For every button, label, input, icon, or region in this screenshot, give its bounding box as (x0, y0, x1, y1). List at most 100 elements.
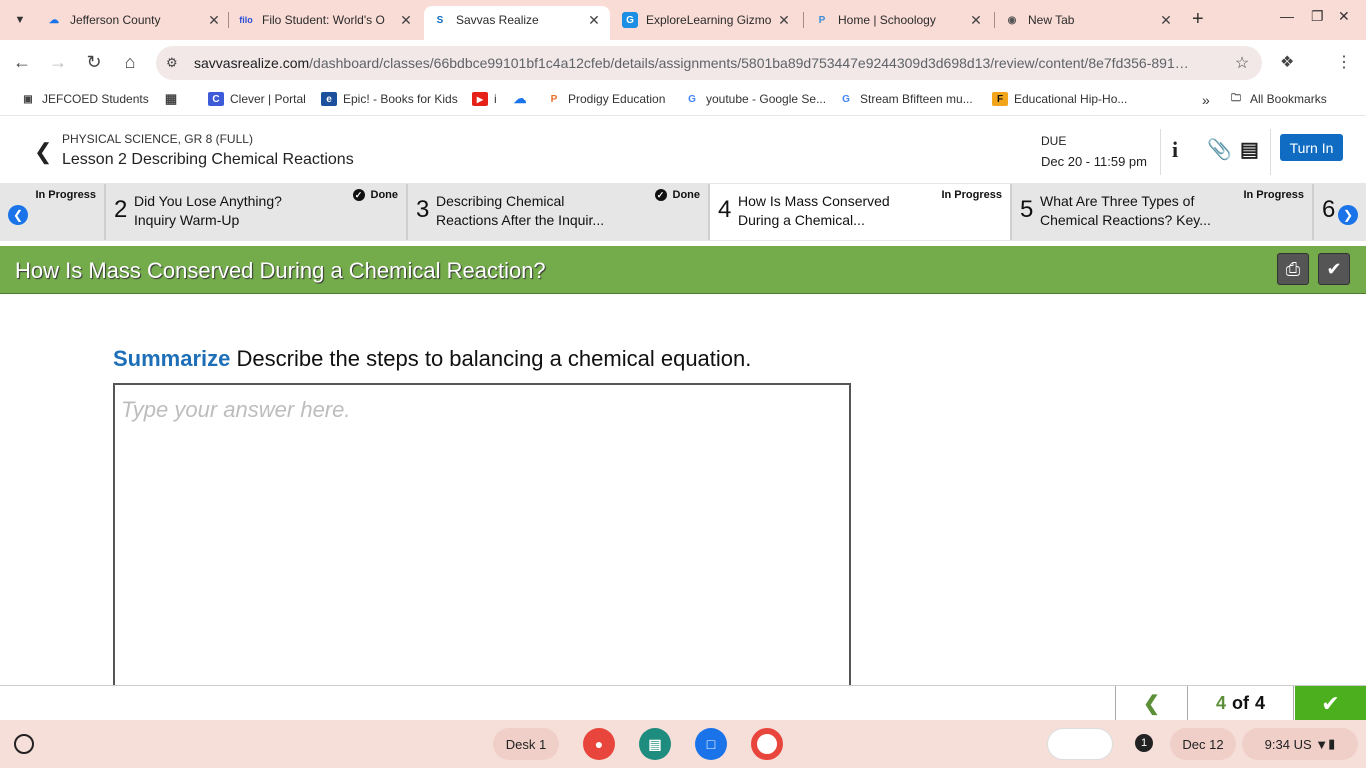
new-tab-plus-icon[interactable]: + (1192, 8, 1204, 31)
savvas-icon: S (436, 14, 444, 26)
next-check-button[interactable]: ✔ (1295, 686, 1366, 721)
due-label: DUE (1041, 134, 1067, 148)
course-name: PHYSICAL SCIENCE, GR 8 (FULL) (62, 132, 253, 146)
bookmark-educational-hip-hop[interactable]: F Educational Hip-Ho... (992, 92, 1127, 106)
tab-schoology[interactable]: P Home | Schoology ✕ (814, 6, 984, 34)
status-in-progress: In Progress (1243, 189, 1304, 201)
browser-menu-icon[interactable]: ⋮ (1336, 52, 1352, 72)
tab-new-tab[interactable]: ◉ New Tab ✕ (1004, 6, 1174, 34)
back-arrow-icon[interactable]: ← (12, 52, 32, 73)
close-tab-icon[interactable]: ✕ (206, 12, 222, 29)
status-done: ✓ Done (352, 189, 398, 201)
assignment-header: ❮ PHYSICAL SCIENCE, GR 8 (FULL) Lesson 2… (0, 121, 1366, 183)
tab-savvas-realize[interactable]: S Savvas Realize ✕ (424, 6, 610, 40)
bookmark-stream-bfifteen[interactable]: G Stream Bfifteen mu... (838, 92, 973, 106)
close-window-icon[interactable]: ✕ (1338, 8, 1350, 25)
tab-separator (994, 12, 995, 28)
due-date: Dec 20 - 11:59 pm (1041, 154, 1147, 169)
prompt-text: Describe the steps to balancing a chemic… (236, 346, 752, 371)
check-circle-icon: ✓ (654, 189, 667, 201)
carousel-prev-arrow-icon[interactable]: ❮ (8, 205, 28, 225)
step-card-3[interactable]: 3 Describing Chemical Reactions After the… (406, 184, 708, 240)
bookmark-youtube-google-search[interactable]: G youtube - Google Se... (684, 92, 826, 106)
holding-space-thumbnail[interactable] (1047, 728, 1113, 760)
more-bookmarks-chevron-icon[interactable]: » (1202, 92, 1210, 108)
bookmark-star-icon[interactable]: ☆ (1222, 53, 1262, 73)
bookmark-youtube[interactable]: ▶ i (472, 92, 497, 106)
comments-icon[interactable]: ▤ (1240, 137, 1259, 162)
wifi-icon: ▼ (1315, 736, 1329, 752)
chrome-app-icon[interactable] (751, 728, 783, 760)
info-icon[interactable]: i (1172, 137, 1178, 163)
google-icon: G (842, 93, 850, 105)
browser-tab-strip: ▼ ☁ Jefferson County ✕ filo Filo Student… (0, 0, 1366, 40)
page-indicator: 4 of 4 (1188, 686, 1294, 721)
close-tab-icon[interactable]: ✕ (1158, 12, 1174, 29)
tab-search-chevron-icon[interactable]: ▼ (8, 8, 32, 32)
close-tab-icon[interactable]: ✕ (776, 12, 792, 29)
forward-arrow-icon[interactable]: → (48, 52, 68, 73)
close-tab-icon[interactable]: ✕ (968, 12, 984, 29)
status-in-progress: In Progress (941, 189, 1002, 201)
bookmark-epic[interactable]: e Epic! - Books for Kids (321, 92, 458, 106)
cloud-icon: ☁ (513, 91, 527, 106)
files-app-icon[interactable]: □ (695, 728, 727, 760)
step-card-2[interactable]: 2 Did You Lose Anything? Inquiry Warm-Up … (104, 184, 406, 240)
tab-explorelearning[interactable]: G ExploreLearning Gizmo ✕ (622, 6, 792, 34)
tab-separator (228, 12, 229, 28)
google-icon: G (688, 93, 696, 105)
question-prompt: Summarize Describe the steps to balancin… (113, 346, 751, 372)
tab-filo[interactable]: filo Filo Student: World's O ✕ (238, 6, 414, 34)
clock-time: 9:34 (1264, 736, 1290, 752)
answer-textarea[interactable] (115, 385, 849, 691)
gizmos-icon: G (622, 12, 638, 28)
close-tab-icon[interactable]: ✕ (398, 12, 414, 29)
notification-count-badge[interactable]: 1 (1135, 734, 1153, 752)
onedrive-icon: ☁ (49, 14, 59, 26)
bookmark-clever[interactable]: C Clever | Portal (208, 92, 306, 106)
desk-switcher[interactable]: Desk 1 (493, 728, 559, 760)
url-text[interactable]: savvasrealize.com/dashboard/classes/66bd… (194, 55, 1222, 71)
step-card-5[interactable]: 5 What Are Three Types of Chemical Reacti… (1010, 184, 1312, 240)
mark-complete-check-icon[interactable]: ✔ (1318, 253, 1350, 285)
url-omnibox[interactable]: ⚙ savvasrealize.com/dashboard/classes/66… (156, 46, 1262, 80)
divider (1160, 129, 1161, 175)
home-icon[interactable]: ⌂ (120, 52, 140, 73)
bookmark-prodigy[interactable]: P Prodigy Education (546, 92, 666, 106)
flocabulary-icon: F (992, 92, 1008, 106)
apps-grid-icon[interactable]: ▦ (163, 91, 185, 106)
paperclip-icon[interactable]: 📎 (1207, 137, 1232, 162)
bookmark-jefcoed[interactable]: ▣ JEFCOED Students (20, 92, 148, 106)
minimize-icon[interactable]: — (1280, 8, 1294, 24)
extensions-puzzle-icon[interactable]: ❖ (1280, 52, 1294, 72)
restore-icon[interactable]: ❐ (1311, 8, 1324, 25)
tab-jefferson-county[interactable]: ☁ Jefferson County ✕ (46, 6, 222, 34)
print-icon[interactable]: ⎙ (1277, 253, 1309, 285)
previous-page-chevron-icon[interactable]: ❮ (1115, 686, 1188, 721)
reload-icon[interactable]: ↻ (84, 52, 104, 73)
close-tab-icon[interactable]: ✕ (586, 12, 602, 29)
step-carousel: In Progress 2 Did You Lose Anything? Inqu… (0, 183, 1366, 241)
classroom-app-icon[interactable]: ▤ (639, 728, 671, 760)
section-title: How Is Mass Conserved During a Chemical … (15, 258, 546, 283)
launcher-icon[interactable] (14, 734, 34, 754)
date-pill[interactable]: Dec 12 (1170, 728, 1236, 760)
divider (1270, 129, 1271, 175)
step-card-4-active[interactable]: 4 How Is Mass Conserved During a Chemical… (708, 184, 1010, 240)
carousel-next-arrow-icon[interactable]: ❯ (1338, 205, 1358, 225)
back-chevron-icon[interactable]: ❮ (34, 139, 52, 165)
answer-box (113, 383, 851, 693)
lesson-title: Lesson 2 Describing Chemical Reactions (62, 151, 354, 168)
system-tray[interactable]: 9:34 US ▼ ▮ (1242, 728, 1358, 760)
turn-in-button[interactable]: Turn In (1280, 134, 1343, 161)
check-circle-icon: ✓ (352, 189, 365, 201)
site-info-icon[interactable]: ⚙ (166, 55, 186, 71)
canvas-app-icon[interactable]: ● (583, 728, 615, 760)
prodigy-icon: P (550, 93, 558, 105)
bookmark-cloud[interactable]: ☁ (512, 91, 534, 106)
filo-icon: filo (239, 15, 253, 25)
all-bookmarks[interactable]: 🗀 All Bookmarks (1228, 92, 1327, 106)
tab-separator (803, 12, 804, 28)
clever-icon: C (208, 92, 224, 106)
chrome-icon: ◉ (1007, 14, 1017, 26)
